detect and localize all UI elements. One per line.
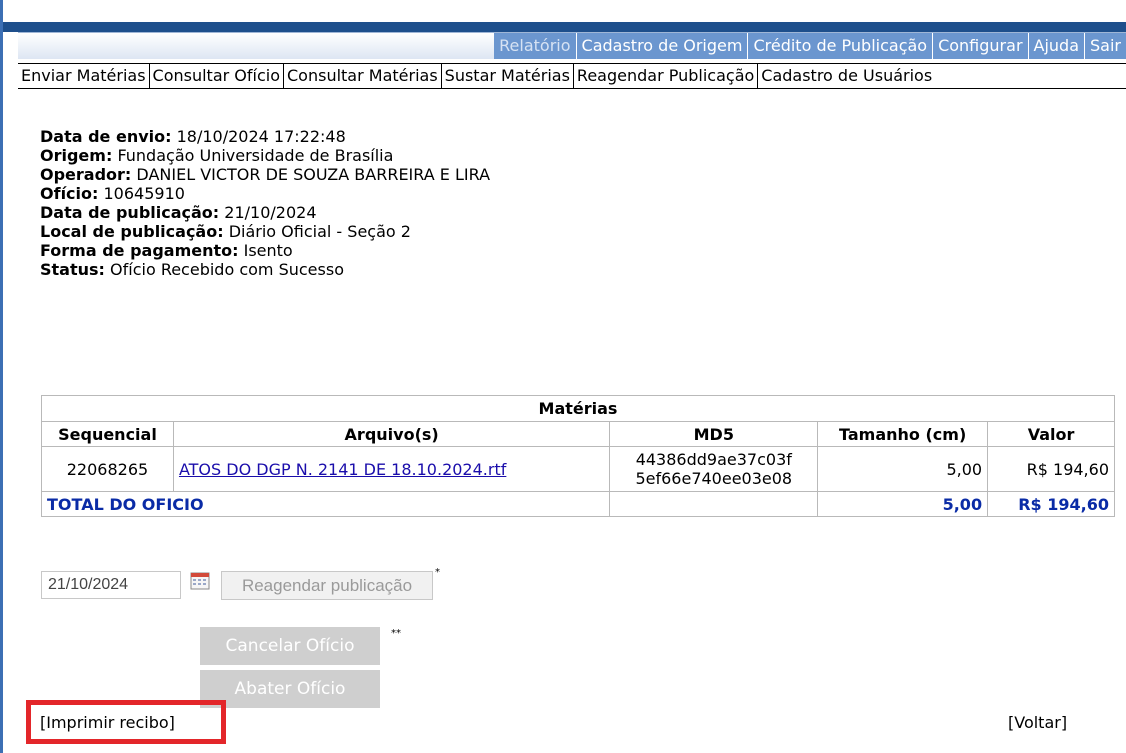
reagendar-button[interactable]: Reagendar publicação — [221, 571, 433, 600]
forma-pagamento-value: Isento — [238, 241, 293, 260]
total-label: TOTAL DO OFICIO — [40, 491, 611, 517]
status-row: Status: Ofício Recebido com Sucesso — [40, 260, 490, 279]
data-envio-value: 18/10/2024 17:22:48 — [171, 127, 346, 146]
menu-item-configurar[interactable]: Configurar — [932, 33, 1027, 59]
subnav-reagendar-publicacao[interactable]: Reagendar Publicação — [574, 64, 759, 88]
origem-value: Fundação Universidade de Brasília — [112, 146, 394, 165]
total-tamanho: 5,00 — [817, 491, 989, 517]
menu-item-sair[interactable]: Sair — [1084, 33, 1126, 59]
subnav-consultar-oficio[interactable]: Consultar Ofício — [150, 64, 284, 88]
header-valor: Valor — [987, 421, 1115, 447]
md5-line-2: 5ef66e740ee03e08 — [635, 469, 793, 488]
table-caption-row: Matérias — [41, 395, 1115, 422]
local-publicacao-label: Local de publicação: — [40, 222, 224, 241]
main-menu-bar: Relatório Cadastro de Origem Crédito de … — [18, 32, 1126, 59]
data-publicacao-row: Data de publicação: 21/10/2024 — [40, 203, 490, 222]
total-valor: R$ 194,60 — [987, 491, 1115, 517]
subnav-enviar-materias[interactable]: Enviar Matérias — [18, 64, 150, 88]
cell-arquivo: ATOS DO DGP N. 2141 DE 18.10.2024.rtf — [172, 446, 611, 492]
cell-tamanho: 5,00 — [817, 446, 989, 492]
operador-value: DANIEL VICTOR DE SOUZA BARREIRA E LIRA — [131, 165, 491, 184]
table-total-row: TOTAL DO OFICIO 5,00 R$ 194,60 — [40, 491, 1115, 517]
menu-item-ajuda[interactable]: Ajuda — [1027, 33, 1085, 59]
reagendar-note-marker: * — [435, 567, 440, 578]
forma-pagamento-row: Forma de pagamento: Isento — [40, 241, 490, 260]
oficio-label: Ofício: — [40, 184, 99, 203]
sub-navigation: Enviar Matérias Consultar Ofício Consult… — [18, 63, 1126, 89]
subnav-cadastro-usuarios[interactable]: Cadastro de Usuários — [758, 64, 935, 88]
file-link[interactable]: ATOS DO DGP N. 2141 DE 18.10.2024.rtf — [179, 460, 506, 479]
subnav-sustar-materias[interactable]: Sustar Matérias — [442, 64, 574, 88]
oficio-details: Data de envio: 18/10/2024 17:22:48 Orige… — [40, 127, 490, 279]
total-md5-empty — [609, 491, 819, 517]
left-frame-border — [0, 0, 3, 753]
table-caption: Matérias — [41, 395, 1115, 422]
status-value: Ofício Recebido com Sucesso — [104, 260, 344, 279]
data-envio-label: Data de envio: — [40, 127, 172, 146]
cell-md5: 44386dd9ae37c03f 5ef66e740ee03e08 — [609, 446, 819, 492]
operador-label: Operador: — [40, 165, 132, 184]
cell-valor: R$ 194,60 — [987, 446, 1115, 492]
local-publicacao-value: Diário Oficial - Seção 2 — [223, 222, 411, 241]
data-publicacao-label: Data de publicação: — [40, 203, 220, 222]
header-md5: MD5 — [609, 421, 819, 447]
data-publicacao-value: 21/10/2024 — [219, 203, 317, 222]
header-tamanho: Tamanho (cm) — [817, 421, 989, 447]
top-header-strip — [3, 22, 1126, 32]
origem-label: Origem: — [40, 146, 113, 165]
menu-item-relatorio[interactable]: Relatório — [494, 33, 575, 59]
cancelar-note-marker: ** — [391, 628, 401, 639]
materias-table: Matérias Sequencial Arquivo(s) MD5 Taman… — [40, 395, 1115, 517]
data-envio-row: Data de envio: 18/10/2024 17:22:48 — [40, 127, 490, 146]
header-sequencial: Sequencial — [41, 421, 174, 447]
menu-item-credito-publicacao[interactable]: Crédito de Publicação — [747, 33, 932, 59]
subnav-consultar-materias[interactable]: Consultar Matérias — [284, 64, 442, 88]
origem-row: Origem: Fundação Universidade de Brasíli… — [40, 146, 490, 165]
table-header-row: Sequencial Arquivo(s) MD5 Tamanho (cm) V… — [41, 421, 1115, 447]
publication-date-input[interactable]: 21/10/2024 — [41, 571, 181, 599]
operador-row: Operador: DANIEL VICTOR DE SOUZA BARREIR… — [40, 165, 490, 184]
oficio-row: Ofício: 10645910 — [40, 184, 490, 203]
calendar-icon[interactable] — [190, 572, 210, 590]
voltar-link[interactable]: [Voltar] — [1008, 713, 1067, 733]
header-arquivo: Arquivo(s) — [172, 421, 611, 447]
status-label: Status: — [40, 260, 105, 279]
oficio-value: 10645910 — [98, 184, 185, 203]
main-menu: Relatório Cadastro de Origem Crédito de … — [494, 33, 1126, 59]
table-row: 22068265 ATOS DO DGP N. 2141 DE 18.10.20… — [41, 446, 1115, 492]
cell-sequencial: 22068265 — [41, 446, 174, 492]
md5-line-1: 44386dd9ae37c03f — [635, 450, 792, 469]
menu-item-cadastro-origem[interactable]: Cadastro de Origem — [575, 33, 748, 59]
local-publicacao-row: Local de publicação: Diário Oficial - Se… — [40, 222, 490, 241]
cancelar-oficio-button[interactable]: Cancelar Ofício — [200, 627, 380, 665]
abater-oficio-button[interactable]: Abater Ofício — [200, 670, 380, 708]
highlight-annotation-box — [26, 700, 226, 744]
forma-pagamento-label: Forma de pagamento: — [40, 241, 239, 260]
